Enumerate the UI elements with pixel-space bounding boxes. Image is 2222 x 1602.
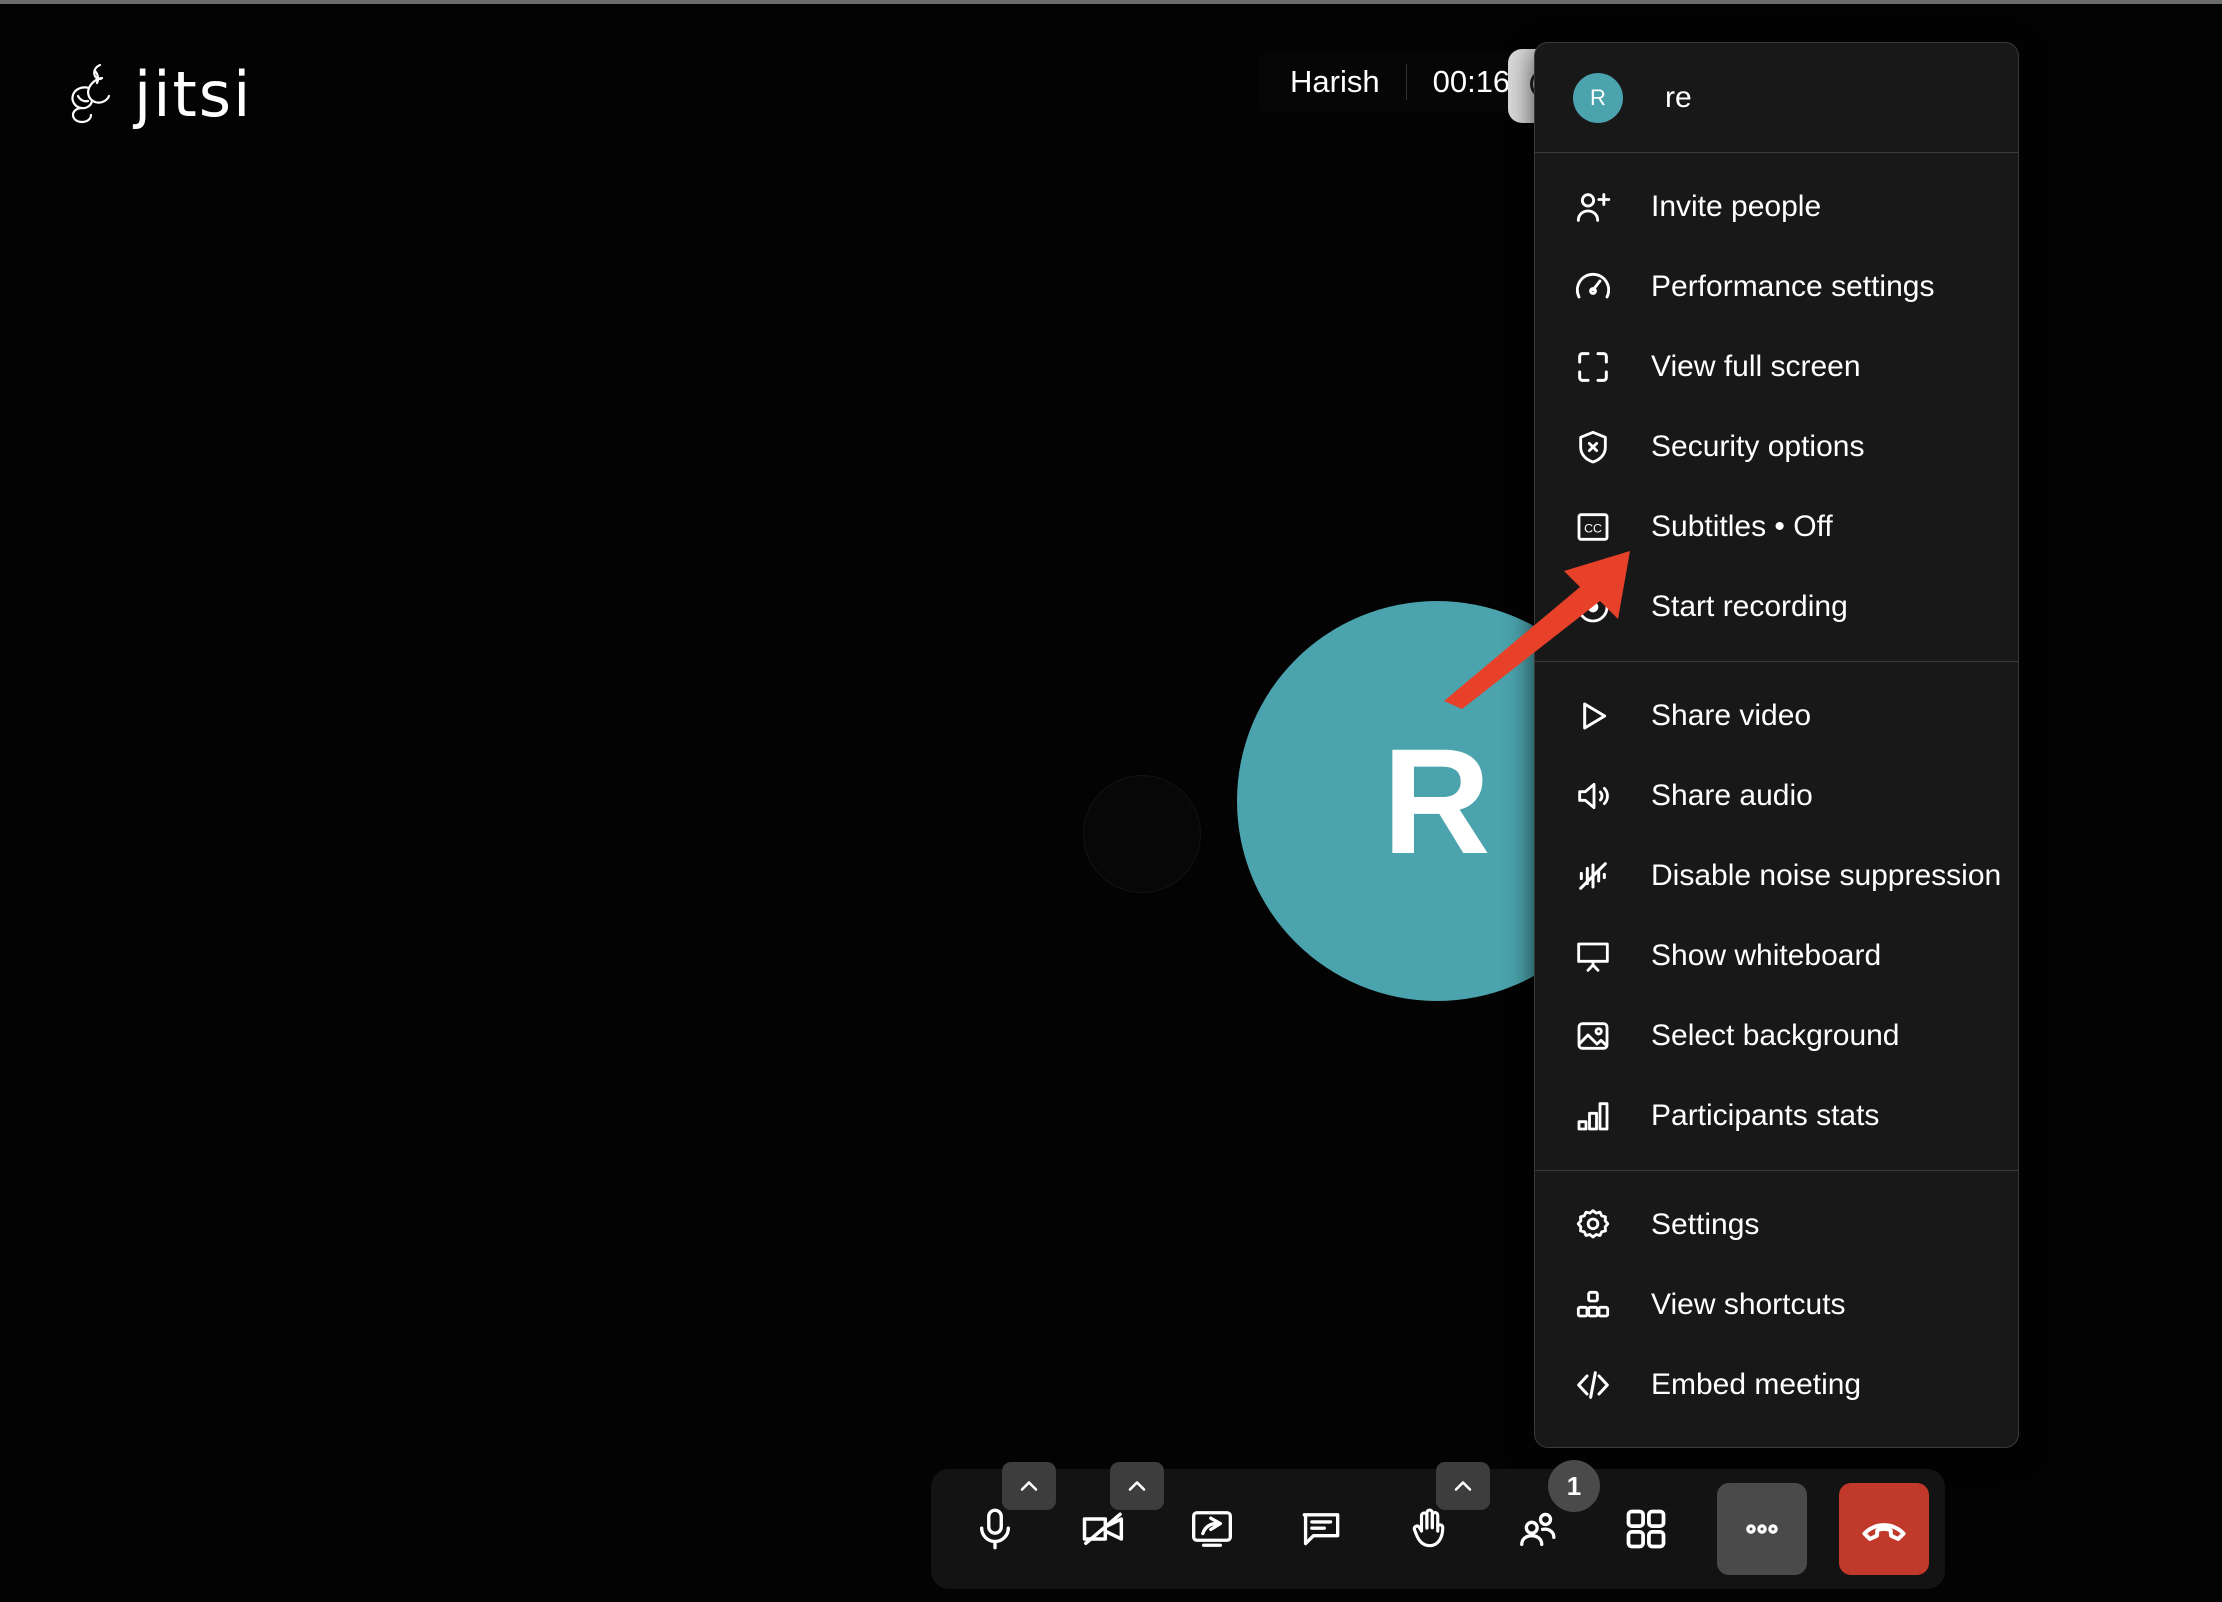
participants-count-badge: 1 [1548, 1460, 1600, 1512]
brand-wordmark: jitsi [134, 58, 253, 131]
menu-group-settings: Settings View shortcuts Embed meeting [1535, 1170, 2018, 1439]
menu-item-show-whiteboard[interactable]: Show whiteboard [1535, 916, 2018, 996]
speaker-icon [1573, 776, 1613, 816]
whiteboard-icon [1573, 936, 1613, 976]
menu-item-view-full-screen[interactable]: View full screen [1535, 327, 2018, 407]
menu-group-sharing: Share video Share audio Disable noise su… [1535, 661, 2018, 1170]
menu-header-display-name: re [1665, 80, 1692, 114]
participants-button[interactable]: 1 [1500, 1460, 1600, 1568]
menu-item-label: Participants stats [1651, 1099, 1880, 1132]
menu-item-security-options[interactable]: Security options [1535, 407, 2018, 487]
shortcuts-icon [1573, 1285, 1613, 1325]
noise-suppression-off-icon [1573, 856, 1613, 896]
menu-item-view-shortcuts[interactable]: View shortcuts [1535, 1265, 2018, 1345]
header-participant-name: Harish [1290, 64, 1380, 99]
image-icon [1573, 1016, 1613, 1056]
more-options-button[interactable] [1716, 1483, 1807, 1575]
menu-item-label: Show whiteboard [1651, 939, 1882, 972]
fullscreen-icon [1573, 347, 1613, 387]
menu-item-label: Share audio [1651, 779, 1813, 812]
menu-item-label: Disable noise suppression [1651, 859, 2002, 892]
menu-item-label: Settings [1651, 1208, 1760, 1241]
menu-item-embed-meeting[interactable]: Embed meeting [1535, 1345, 2018, 1425]
menu-item-start-recording[interactable]: Start recording [1535, 567, 2018, 647]
menu-item-label: Performance settings [1651, 270, 1935, 303]
raised-hand-icon [1404, 1504, 1454, 1554]
jitsi-knot-logo-icon [60, 59, 120, 131]
tile-view-button[interactable] [1608, 1490, 1685, 1568]
menu-item-select-background[interactable]: Select background [1535, 996, 2018, 1076]
menu-item-disable-noise-suppression[interactable]: Disable noise suppression [1535, 836, 2018, 916]
menu-group-general: Invite people Performance settings View … [1535, 153, 2018, 661]
screen-share-icon [1187, 1504, 1237, 1554]
shield-x-icon [1573, 427, 1613, 467]
jitsi-meeting-window: R jitsi Harish 00:16 R re Invite people … [0, 0, 2222, 1602]
add-person-icon [1573, 187, 1613, 227]
overflow-menu-panel: R re Invite people Performance settings … [1534, 42, 2019, 1448]
menu-item-label: Security options [1651, 430, 1865, 463]
ellipsis-icon [1740, 1507, 1784, 1551]
jitsi-logo: jitsi [60, 59, 252, 131]
menu-item-share-audio[interactable]: Share audio [1535, 756, 2018, 836]
menu-item-performance-settings[interactable]: Performance settings [1535, 247, 2018, 327]
gear-icon [1573, 1205, 1613, 1245]
participants-icon [1513, 1504, 1563, 1554]
menu-item-subtitles[interactable]: CC Subtitles • Off [1535, 487, 2018, 567]
menu-header-avatar: R [1573, 72, 1623, 123]
meeting-toolbar: 1 [931, 1460, 1945, 1589]
menu-item-invite-people[interactable]: Invite people [1535, 167, 2018, 247]
closed-caption-icon: CC [1573, 507, 1613, 547]
microphone-options-chevron[interactable] [1001, 1462, 1056, 1510]
microphone-icon [970, 1504, 1020, 1554]
menu-item-participants-stats[interactable]: Participants stats [1535, 1076, 2018, 1156]
play-triangle-icon [1573, 696, 1613, 736]
raise-hand-options-chevron[interactable] [1435, 1462, 1490, 1510]
secondary-participant-placeholder [1083, 775, 1201, 893]
screen-share-button[interactable] [1174, 1490, 1251, 1568]
hangup-button[interactable] [1838, 1483, 1929, 1575]
menu-item-settings[interactable]: Settings [1535, 1185, 2018, 1265]
microphone-button[interactable] [957, 1462, 1056, 1568]
menu-item-share-video[interactable]: Share video [1535, 676, 2018, 756]
phone-hangup-icon [1859, 1504, 1909, 1554]
chat-bubble-icon [1296, 1504, 1346, 1554]
svg-text:CC: CC [1584, 521, 1602, 535]
menu-item-label: Embed meeting [1651, 1368, 1862, 1401]
record-icon [1573, 587, 1613, 627]
overflow-menu-header: R re [1535, 43, 2018, 153]
menu-item-label: Share video [1651, 699, 1812, 732]
menu-item-label: Select background [1651, 1019, 1900, 1052]
grid-tiles-icon [1621, 1504, 1671, 1554]
video-off-icon [1078, 1503, 1130, 1555]
menu-item-label: View full screen [1651, 350, 1861, 383]
camera-button[interactable] [1066, 1462, 1164, 1568]
code-brackets-icon [1573, 1365, 1613, 1405]
menu-item-label: Subtitles • Off [1651, 510, 1833, 543]
camera-options-chevron[interactable] [1110, 1462, 1164, 1510]
bar-chart-icon [1573, 1096, 1613, 1136]
menu-header-avatar-initial: R [1590, 84, 1606, 110]
chat-button[interactable] [1283, 1490, 1360, 1568]
avatar-initial: R [1382, 717, 1492, 885]
raise-hand-button[interactable] [1391, 1462, 1490, 1568]
menu-item-label: Start recording [1651, 590, 1848, 623]
menu-item-label: Invite people [1651, 190, 1822, 223]
gauge-icon [1573, 267, 1613, 307]
meeting-header-pill: Harish 00:16 [1258, 51, 1543, 113]
menu-item-label: View shortcuts [1651, 1288, 1846, 1321]
